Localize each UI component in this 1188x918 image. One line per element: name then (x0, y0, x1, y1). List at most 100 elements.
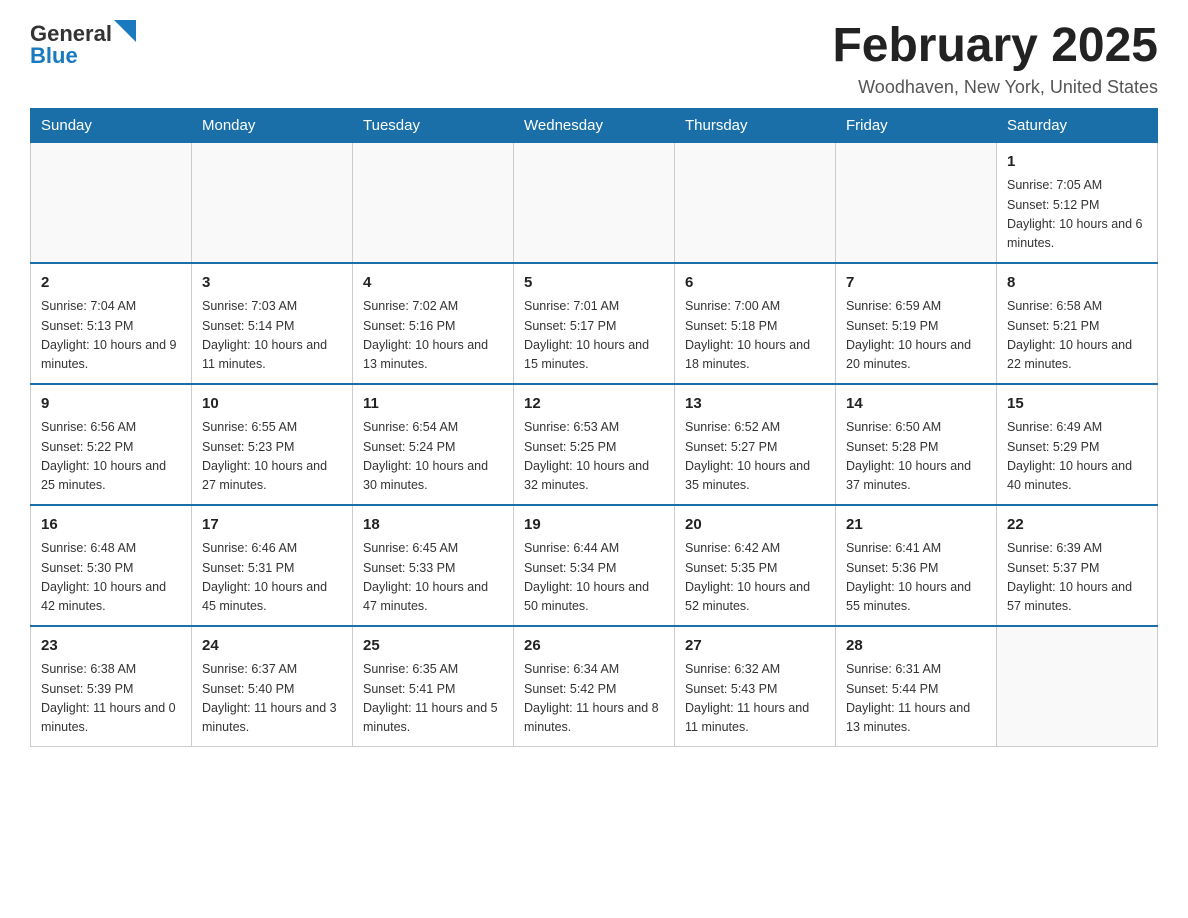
table-row: 9Sunrise: 6:56 AM Sunset: 5:22 PM Daylig… (31, 384, 192, 505)
table-row: 20Sunrise: 6:42 AM Sunset: 5:35 PM Dayli… (675, 505, 836, 626)
header-tuesday: Tuesday (353, 108, 514, 142)
day-number: 12 (524, 393, 664, 416)
table-row: 21Sunrise: 6:41 AM Sunset: 5:36 PM Dayli… (836, 505, 997, 626)
day-info: Sunrise: 6:38 AM Sunset: 5:39 PM Dayligh… (41, 660, 181, 738)
table-row (997, 626, 1158, 747)
table-row: 16Sunrise: 6:48 AM Sunset: 5:30 PM Dayli… (31, 505, 192, 626)
day-number: 20 (685, 514, 825, 537)
day-info: Sunrise: 6:44 AM Sunset: 5:34 PM Dayligh… (524, 539, 664, 617)
day-number: 24 (202, 635, 342, 658)
header-saturday: Saturday (997, 108, 1158, 142)
day-info: Sunrise: 7:00 AM Sunset: 5:18 PM Dayligh… (685, 297, 825, 375)
day-info: Sunrise: 6:31 AM Sunset: 5:44 PM Dayligh… (846, 660, 986, 738)
table-row: 26Sunrise: 6:34 AM Sunset: 5:42 PM Dayli… (514, 626, 675, 747)
day-info: Sunrise: 6:48 AM Sunset: 5:30 PM Dayligh… (41, 539, 181, 617)
day-info: Sunrise: 6:32 AM Sunset: 5:43 PM Dayligh… (685, 660, 825, 738)
table-row: 15Sunrise: 6:49 AM Sunset: 5:29 PM Dayli… (997, 384, 1158, 505)
day-info: Sunrise: 7:02 AM Sunset: 5:16 PM Dayligh… (363, 297, 503, 375)
day-number: 26 (524, 635, 664, 658)
logo-blue-text: Blue (30, 43, 78, 68)
table-row: 12Sunrise: 6:53 AM Sunset: 5:25 PM Dayli… (514, 384, 675, 505)
table-row: 27Sunrise: 6:32 AM Sunset: 5:43 PM Dayli… (675, 626, 836, 747)
table-row (353, 142, 514, 263)
table-row: 18Sunrise: 6:45 AM Sunset: 5:33 PM Dayli… (353, 505, 514, 626)
calendar-row: 9Sunrise: 6:56 AM Sunset: 5:22 PM Daylig… (31, 384, 1158, 505)
table-row: 11Sunrise: 6:54 AM Sunset: 5:24 PM Dayli… (353, 384, 514, 505)
day-number: 23 (41, 635, 181, 658)
day-info: Sunrise: 7:01 AM Sunset: 5:17 PM Dayligh… (524, 297, 664, 375)
table-row: 10Sunrise: 6:55 AM Sunset: 5:23 PM Dayli… (192, 384, 353, 505)
day-number: 5 (524, 272, 664, 295)
header-monday: Monday (192, 108, 353, 142)
day-info: Sunrise: 6:49 AM Sunset: 5:29 PM Dayligh… (1007, 418, 1147, 496)
calendar-subtitle: Woodhaven, New York, United States (832, 77, 1158, 98)
day-info: Sunrise: 6:35 AM Sunset: 5:41 PM Dayligh… (363, 660, 503, 738)
weekday-header-row: Sunday Monday Tuesday Wednesday Thursday… (31, 108, 1158, 142)
day-number: 14 (846, 393, 986, 416)
table-row: 28Sunrise: 6:31 AM Sunset: 5:44 PM Dayli… (836, 626, 997, 747)
day-number: 16 (41, 514, 181, 537)
table-row: 8Sunrise: 6:58 AM Sunset: 5:21 PM Daylig… (997, 263, 1158, 384)
day-info: Sunrise: 6:53 AM Sunset: 5:25 PM Dayligh… (524, 418, 664, 496)
day-number: 18 (363, 514, 503, 537)
header-sunday: Sunday (31, 108, 192, 142)
day-number: 28 (846, 635, 986, 658)
day-number: 3 (202, 272, 342, 295)
day-number: 13 (685, 393, 825, 416)
day-info: Sunrise: 7:03 AM Sunset: 5:14 PM Dayligh… (202, 297, 342, 375)
day-info: Sunrise: 6:34 AM Sunset: 5:42 PM Dayligh… (524, 660, 664, 738)
day-info: Sunrise: 6:56 AM Sunset: 5:22 PM Dayligh… (41, 418, 181, 496)
day-info: Sunrise: 6:50 AM Sunset: 5:28 PM Dayligh… (846, 418, 986, 496)
table-row: 23Sunrise: 6:38 AM Sunset: 5:39 PM Dayli… (31, 626, 192, 747)
table-row: 6Sunrise: 7:00 AM Sunset: 5:18 PM Daylig… (675, 263, 836, 384)
table-row: 5Sunrise: 7:01 AM Sunset: 5:17 PM Daylig… (514, 263, 675, 384)
table-row: 14Sunrise: 6:50 AM Sunset: 5:28 PM Dayli… (836, 384, 997, 505)
table-row: 17Sunrise: 6:46 AM Sunset: 5:31 PM Dayli… (192, 505, 353, 626)
day-number: 22 (1007, 514, 1147, 537)
table-row: 7Sunrise: 6:59 AM Sunset: 5:19 PM Daylig… (836, 263, 997, 384)
day-number: 21 (846, 514, 986, 537)
day-number: 19 (524, 514, 664, 537)
calendar-row: 16Sunrise: 6:48 AM Sunset: 5:30 PM Dayli… (31, 505, 1158, 626)
day-info: Sunrise: 6:59 AM Sunset: 5:19 PM Dayligh… (846, 297, 986, 375)
day-info: Sunrise: 6:39 AM Sunset: 5:37 PM Dayligh… (1007, 539, 1147, 617)
day-info: Sunrise: 7:05 AM Sunset: 5:12 PM Dayligh… (1007, 176, 1147, 254)
day-number: 2 (41, 272, 181, 295)
day-number: 10 (202, 393, 342, 416)
day-info: Sunrise: 6:46 AM Sunset: 5:31 PM Dayligh… (202, 539, 342, 617)
logo-triangle-icon (114, 20, 136, 42)
day-info: Sunrise: 6:42 AM Sunset: 5:35 PM Dayligh… (685, 539, 825, 617)
table-row: 2Sunrise: 7:04 AM Sunset: 5:13 PM Daylig… (31, 263, 192, 384)
table-row (514, 142, 675, 263)
day-info: Sunrise: 6:37 AM Sunset: 5:40 PM Dayligh… (202, 660, 342, 738)
day-number: 25 (363, 635, 503, 658)
table-row: 1Sunrise: 7:05 AM Sunset: 5:12 PM Daylig… (997, 142, 1158, 263)
calendar-title: February 2025 (832, 20, 1158, 73)
calendar-row: 1Sunrise: 7:05 AM Sunset: 5:12 PM Daylig… (31, 142, 1158, 263)
table-row: 3Sunrise: 7:03 AM Sunset: 5:14 PM Daylig… (192, 263, 353, 384)
table-row (675, 142, 836, 263)
table-row (192, 142, 353, 263)
calendar-row: 2Sunrise: 7:04 AM Sunset: 5:13 PM Daylig… (31, 263, 1158, 384)
calendar-row: 23Sunrise: 6:38 AM Sunset: 5:39 PM Dayli… (31, 626, 1158, 747)
header-thursday: Thursday (675, 108, 836, 142)
calendar-table: Sunday Monday Tuesday Wednesday Thursday… (30, 108, 1158, 747)
day-info: Sunrise: 6:55 AM Sunset: 5:23 PM Dayligh… (202, 418, 342, 496)
table-row: 19Sunrise: 6:44 AM Sunset: 5:34 PM Dayli… (514, 505, 675, 626)
table-row (31, 142, 192, 263)
day-number: 9 (41, 393, 181, 416)
day-info: Sunrise: 6:54 AM Sunset: 5:24 PM Dayligh… (363, 418, 503, 496)
table-row: 13Sunrise: 6:52 AM Sunset: 5:27 PM Dayli… (675, 384, 836, 505)
header-friday: Friday (836, 108, 997, 142)
day-number: 15 (1007, 393, 1147, 416)
day-number: 17 (202, 514, 342, 537)
day-info: Sunrise: 6:41 AM Sunset: 5:36 PM Dayligh… (846, 539, 986, 617)
day-number: 4 (363, 272, 503, 295)
day-number: 11 (363, 393, 503, 416)
header-wednesday: Wednesday (514, 108, 675, 142)
table-row (836, 142, 997, 263)
logo: General Blue (30, 20, 136, 69)
day-info: Sunrise: 6:58 AM Sunset: 5:21 PM Dayligh… (1007, 297, 1147, 375)
day-number: 8 (1007, 272, 1147, 295)
day-info: Sunrise: 7:04 AM Sunset: 5:13 PM Dayligh… (41, 297, 181, 375)
